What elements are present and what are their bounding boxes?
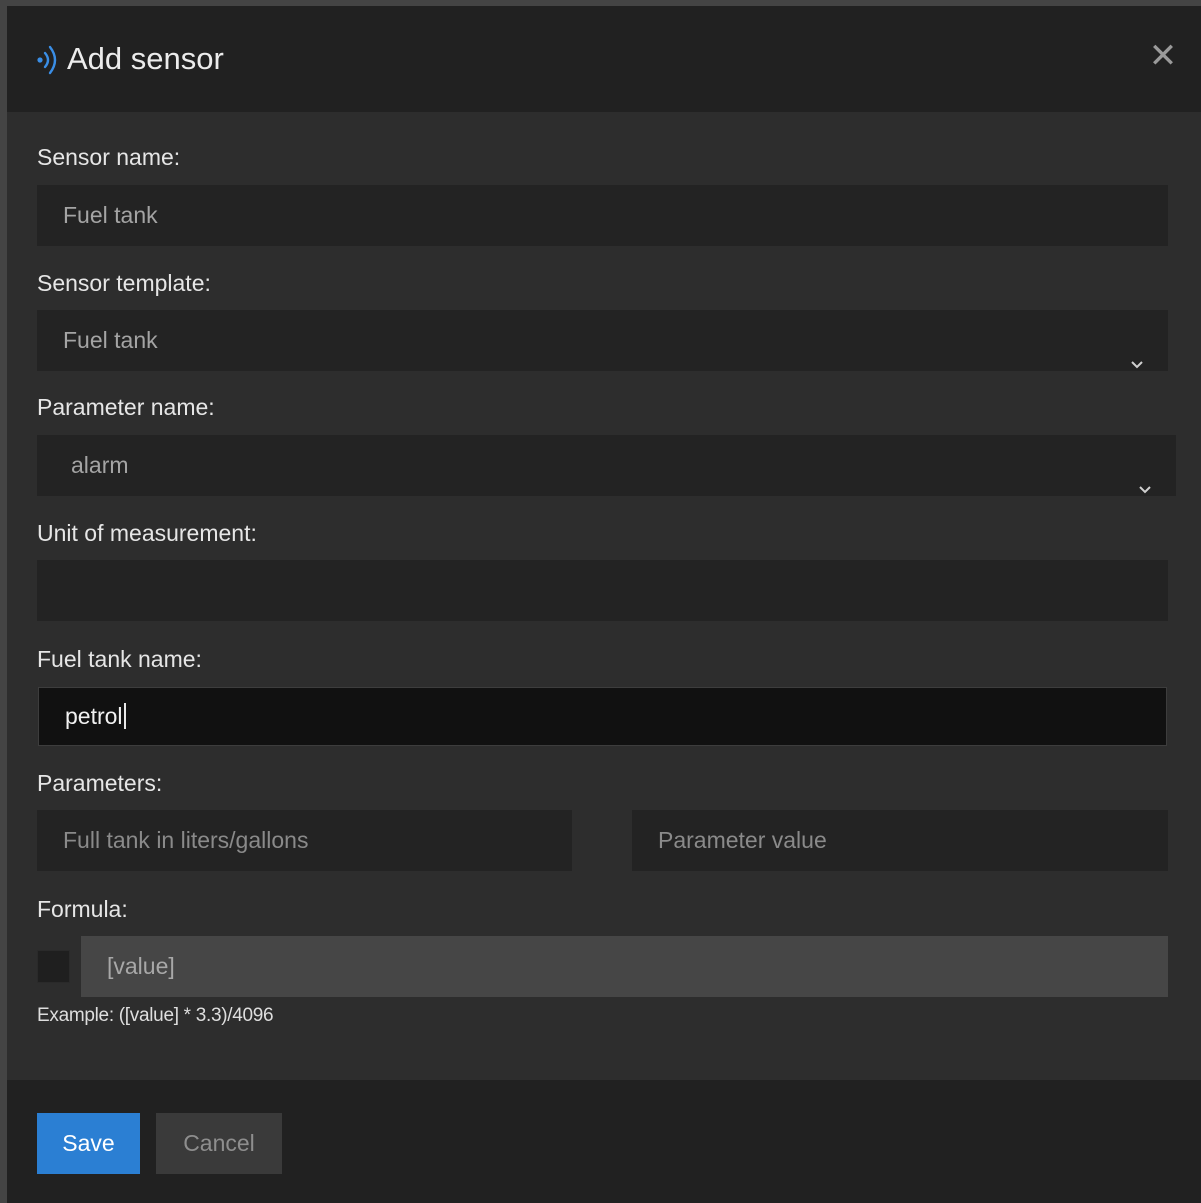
parameter-name-select[interactable]: alarm [37, 435, 1176, 496]
fuel-tank-name-value: petrol [65, 703, 123, 729]
save-button[interactable]: Save [37, 1113, 140, 1174]
parameters-label: Parameters: [37, 770, 163, 796]
sensor-template-value: Fuel tank [63, 327, 158, 353]
parameter-name-label: Parameter name: [37, 394, 215, 420]
sensor-signal-icon [35, 43, 63, 77]
cancel-button[interactable]: Cancel [156, 1113, 282, 1174]
dialog-header: Add sensor ✕ [7, 6, 1201, 112]
fuel-tank-name-label: Fuel tank name: [37, 646, 202, 672]
parameter-value-input[interactable]: Parameter value [632, 810, 1168, 871]
sensor-name-input[interactable]: Fuel tank [37, 185, 1168, 246]
dialog-title: Add sensor [67, 41, 224, 76]
formula-example: Example: ([value] * 3.3)/4096 [37, 1005, 274, 1026]
dialog-footer: Save Cancel [7, 1080, 1201, 1203]
unit-input[interactable] [37, 560, 1168, 621]
full-tank-placeholder: Full tank in liters/gallons [63, 827, 309, 853]
formula-placeholder: [value] [107, 953, 175, 979]
formula-input[interactable]: [value] [81, 936, 1168, 997]
fuel-tank-name-input[interactable]: petrol [38, 687, 1167, 746]
sensor-template-label: Sensor template: [37, 270, 211, 296]
chevron-down-icon [1138, 459, 1152, 494]
parameter-value-placeholder: Parameter value [658, 827, 827, 853]
parameter-name-value: alarm [71, 452, 129, 478]
full-tank-input[interactable]: Full tank in liters/gallons [37, 810, 572, 871]
sensor-template-select[interactable]: Fuel tank [37, 310, 1168, 371]
sensor-name-value: Fuel tank [63, 202, 158, 228]
add-sensor-dialog: Add sensor ✕ Sensor name: Fuel tank Sens… [7, 6, 1201, 1203]
close-button[interactable]: ✕ [1145, 36, 1181, 76]
sensor-name-label: Sensor name: [37, 144, 181, 170]
text-caret [123, 702, 126, 729]
formula-checkbox[interactable] [37, 950, 70, 983]
formula-label: Formula: [37, 896, 128, 922]
unit-label: Unit of measurement: [37, 520, 257, 546]
chevron-down-icon [1130, 334, 1144, 369]
